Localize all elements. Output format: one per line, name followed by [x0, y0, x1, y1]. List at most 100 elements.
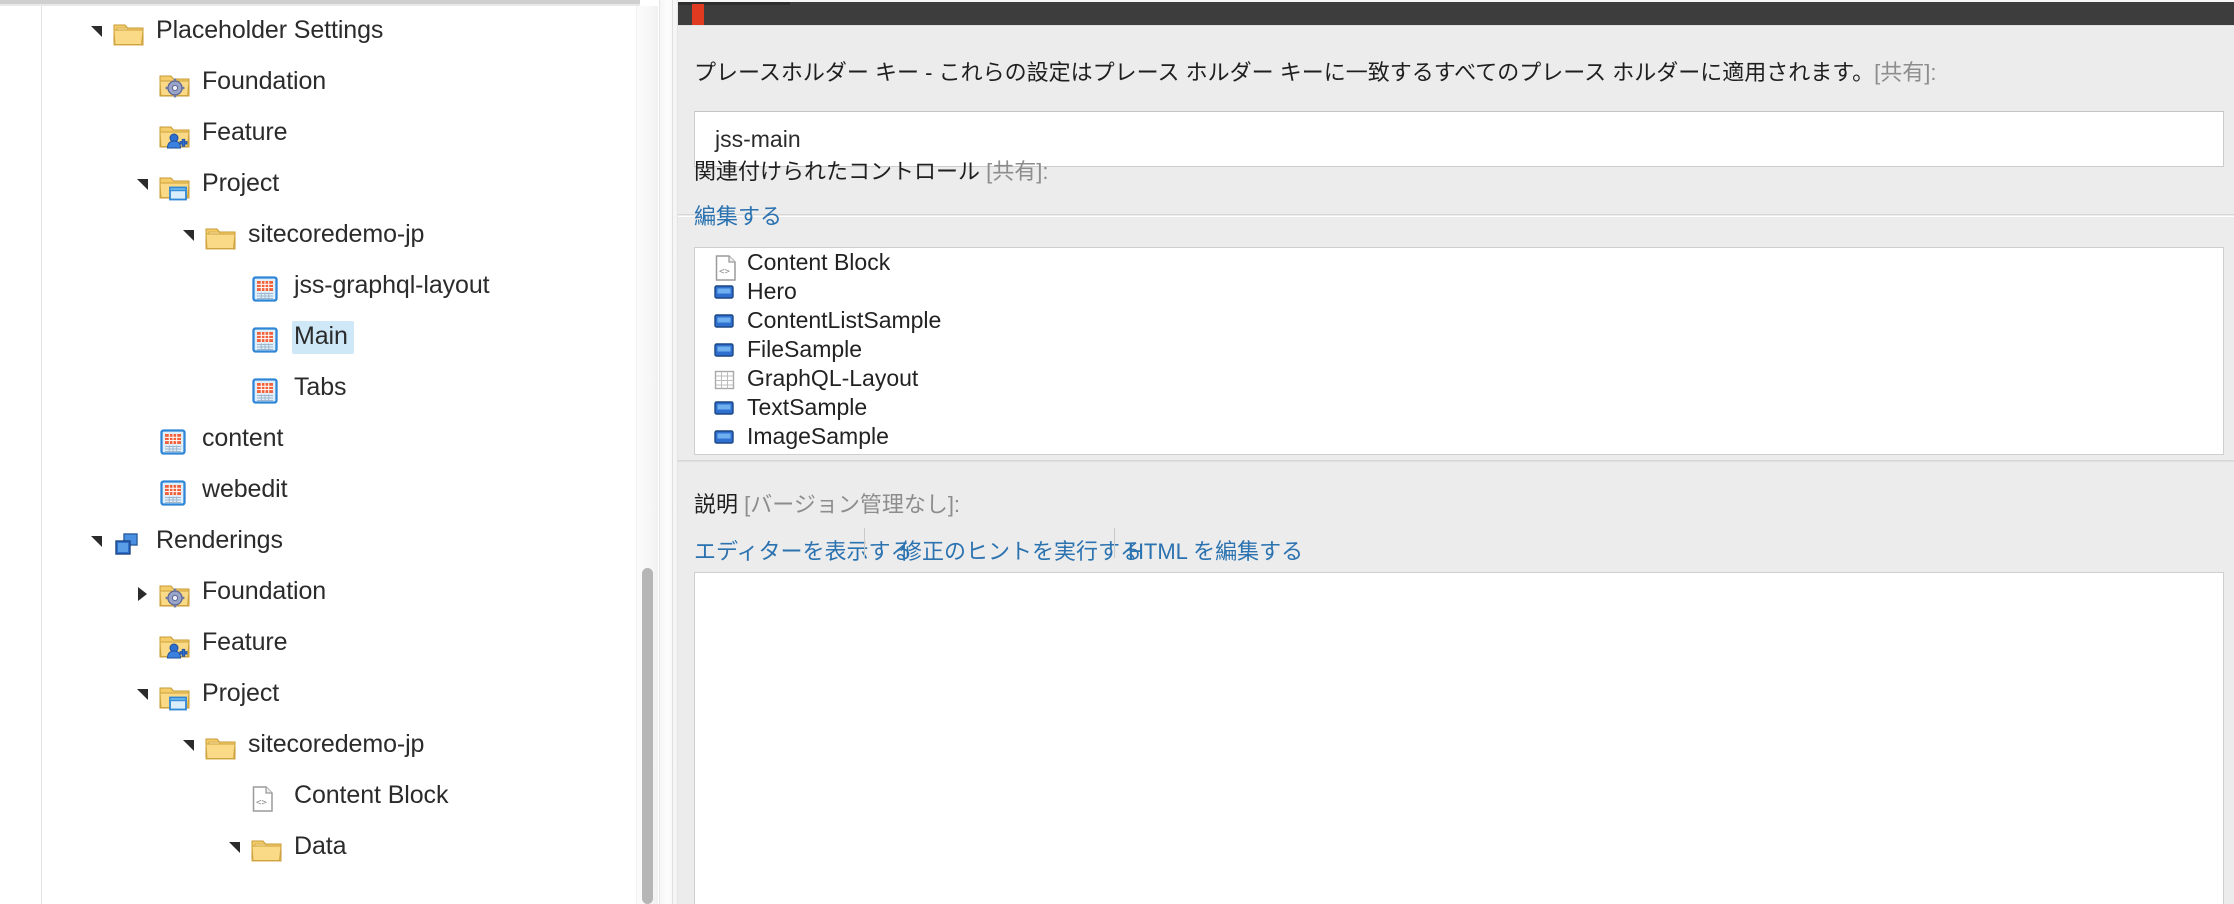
field-editor-pane: プレースホルダー キー - これらの設定はプレース ホルダー キーに一致するすべ… [678, 0, 2234, 904]
description-section: 説明 [バージョン管理なし]: エディターを表示する 修正のヒントを実行する H… [678, 461, 2234, 904]
folder-feature-icon [158, 627, 192, 661]
placeholder-item-icon [158, 474, 192, 508]
tree-twisty-spacer [132, 618, 158, 669]
tree-twisty-spacer [132, 108, 158, 159]
associated-control-row[interactable]: Hero [695, 277, 2223, 306]
associated-control-row[interactable]: ContentListSample [695, 306, 2223, 335]
tree-item-project[interactable]: Project [0, 159, 634, 210]
tree-item-label: Foundation [202, 577, 327, 605]
content-tree-panel[interactable]: Placeholder Settings Foundation Feature [0, 6, 634, 904]
chevron-down-icon[interactable] [86, 516, 112, 567]
tree-item-main[interactable]: Main [0, 312, 634, 363]
placeholder-key-label-text: プレースホルダー キー - これらの設定はプレース ホルダー キーに一致するすべ… [694, 60, 1875, 85]
content-tree-scrollbar-thumb[interactable] [642, 568, 653, 904]
sitecore-content-editor-window: Placeholder Settings Foundation Feature [0, 0, 2234, 904]
tree-item-content-block[interactable]: <> Content Block [0, 771, 634, 822]
tree-item-label: Renderings [156, 526, 283, 554]
edit-html-link[interactable]: HTML を編集する [1128, 534, 1303, 566]
tree-item-label: Main [292, 321, 354, 354]
tree-item-label: Project [202, 679, 280, 707]
tree-panel-left-rule [41, 6, 42, 904]
tree-twisty-spacer [132, 414, 158, 465]
tree-item-data[interactable]: Data [0, 822, 634, 873]
tree-item-label: content [202, 424, 284, 452]
tree-item-sitecoredemo-jp[interactable]: sitecoredemo-jp [0, 720, 634, 771]
placeholder-key-input-value: jss-main [715, 125, 801, 152]
tree-item-feature[interactable]: Feature [0, 108, 634, 159]
placeholder-item-icon [250, 321, 284, 355]
chevron-down-icon[interactable] [178, 720, 204, 771]
associated-control-label: GraphQL-Layout [747, 365, 919, 391]
content-tree-list[interactable]: Placeholder Settings Foundation Feature [0, 6, 634, 873]
tree-item-label: Feature [202, 118, 288, 146]
tree-item-label: Project [202, 169, 280, 197]
tree-item-foundation[interactable]: Foundation [0, 57, 634, 108]
associated-controls-edit-link[interactable]: 編集する [694, 199, 782, 231]
folder-icon [250, 831, 284, 865]
tree-item-label: webedit [202, 475, 288, 503]
sitecore-logo-accent-icon [692, 4, 704, 27]
folder-gear-icon [158, 66, 192, 100]
tree-item-foundation[interactable]: Foundation [0, 567, 634, 618]
associated-controls-section: 関連付けられたコントロール [共有]: 編集する <> Content Bloc… [678, 161, 2234, 461]
chevron-down-icon[interactable] [132, 159, 158, 210]
run-fix-hints-link[interactable]: 修正のヒントを実行する [900, 534, 1142, 566]
show-editor-link[interactable]: エディターを表示する [694, 534, 912, 566]
tree-item-sitecoredemo-jp[interactable]: sitecoredemo-jp [0, 210, 634, 261]
tree-twisty-spacer [224, 312, 250, 363]
associated-control-label: ContentListSample [747, 307, 942, 333]
associated-control-label: ImageSample [747, 423, 889, 449]
splitter-rule-mid [672, 0, 673, 904]
tree-item-renderings[interactable]: Renderings [0, 516, 634, 567]
tree-item-webedit[interactable]: webedit [0, 465, 634, 516]
folder-icon [204, 729, 238, 763]
tree-item-placeholder-settings[interactable]: Placeholder Settings [0, 6, 634, 57]
tree-item-label: jss-graphql-layout [294, 271, 490, 299]
tree-item-label: Placeholder Settings [156, 16, 384, 44]
associated-control-row[interactable]: TextSample [695, 393, 2223, 422]
chevron-down-icon[interactable] [132, 669, 158, 720]
splitter-rule-left [659, 0, 660, 904]
tree-item-label: Foundation [202, 67, 327, 95]
associated-controls-listbox[interactable]: <> Content Block Hero ContentListSample … [694, 247, 2224, 455]
associated-control-row[interactable]: FileSample [695, 335, 2223, 364]
placeholder-key-section: プレースホルダー キー - これらの設定はプレース ホルダー キーに一致するすべ… [678, 25, 2234, 215]
code-file-icon: <> [713, 251, 737, 281]
tree-item-content[interactable]: content [0, 414, 634, 465]
tree-item-project[interactable]: Project [0, 669, 634, 720]
chevron-down-icon[interactable] [224, 822, 250, 873]
associated-control-row[interactable]: <> Content Block [695, 248, 2223, 281]
folder-project-icon [158, 168, 192, 202]
tree-twisty-spacer [132, 465, 158, 516]
link-separator-2 [1114, 528, 1115, 558]
tree-item-label: sitecoredemo-jp [248, 220, 425, 248]
folder-gear-icon [158, 576, 192, 610]
tree-item-label: Feature [202, 628, 288, 656]
tree-twisty-spacer [224, 261, 250, 312]
tree-item-feature[interactable]: Feature [0, 618, 634, 669]
placeholder-key-shared-tag: [共有]: [1874, 60, 1937, 85]
tree-twisty-spacer [224, 771, 250, 822]
associated-controls-shared-tag: [共有]: [986, 159, 1049, 184]
rendering-icon [713, 338, 737, 362]
associated-control-row[interactable]: ImageSample [695, 422, 2223, 451]
description-textarea[interactable] [694, 572, 2224, 904]
tree-item-tabs[interactable]: Tabs [0, 363, 634, 414]
link-separator-1 [864, 528, 865, 558]
chevron-right-icon[interactable] [132, 567, 158, 618]
panel-splitter[interactable] [659, 0, 678, 904]
description-shared-tag: [バージョン管理なし]: [744, 492, 961, 517]
chevron-down-icon[interactable] [178, 210, 204, 261]
associated-control-label: TextSample [747, 394, 868, 420]
renderings-icon [112, 525, 146, 559]
folder-feature-icon [158, 117, 192, 151]
rendering-icon [713, 396, 737, 420]
svg-text:<>: <> [256, 798, 267, 808]
chevron-down-icon[interactable] [86, 6, 112, 57]
tree-item-jss-graphql-layout[interactable]: jss-graphql-layout [0, 261, 634, 312]
tree-item-label: sitecoredemo-jp [248, 730, 425, 758]
associated-controls-label-text: 関連付けられたコントロール [694, 159, 981, 184]
associated-control-row[interactable]: GraphQL-Layout [695, 364, 2223, 393]
associated-control-label: Hero [747, 278, 797, 304]
ribbon-bar[interactable] [678, 2, 2234, 27]
